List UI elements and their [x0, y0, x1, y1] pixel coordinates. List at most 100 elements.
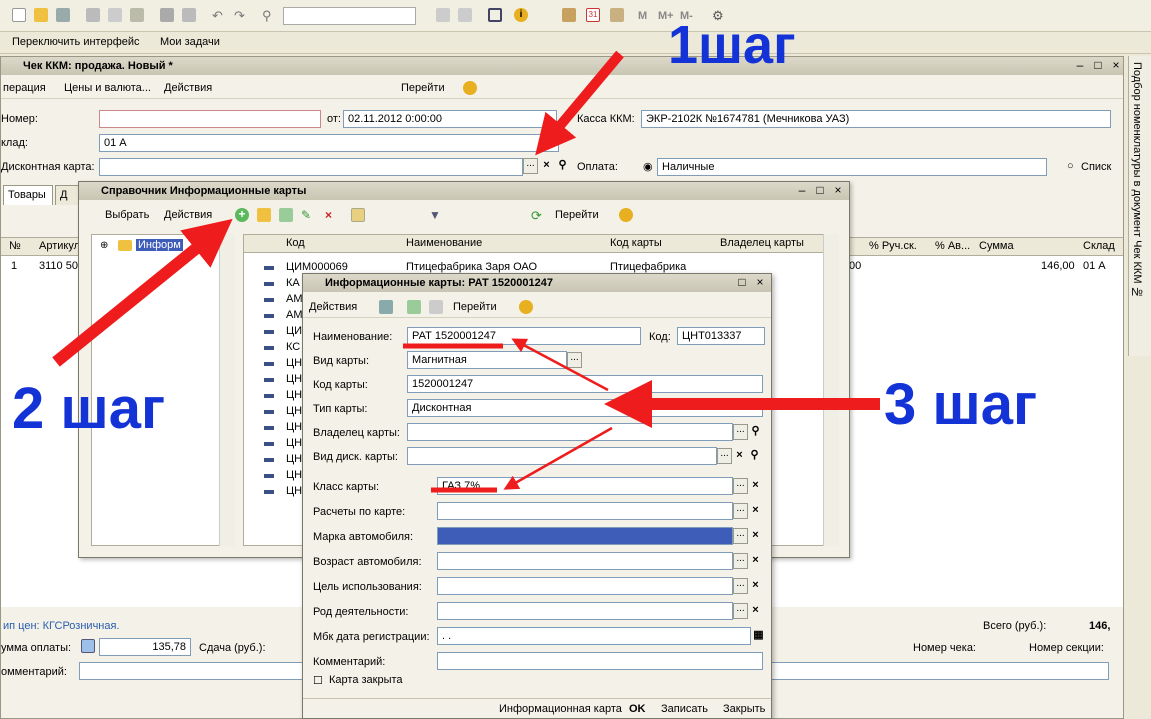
calculator-icon[interactable]	[562, 8, 576, 22]
copy-item-icon[interactable]	[279, 208, 293, 222]
pay-arrow-icon[interactable]	[81, 639, 95, 653]
clear-icon[interactable]: ×	[748, 528, 763, 544]
info-field-input[interactable]	[437, 527, 733, 545]
payment-radio[interactable]: ◉	[643, 160, 653, 173]
info-card-print-button[interactable]: Информационная карта	[499, 703, 622, 715]
select-button[interactable]: ...	[733, 424, 748, 440]
add-icon[interactable]: +	[235, 208, 249, 222]
new-doc-icon[interactable]	[12, 8, 26, 22]
ref-minimize-button[interactable]: –	[795, 184, 809, 198]
ref-actions-menu[interactable]: Действия	[164, 209, 212, 221]
goto-menu[interactable]: Перейти	[401, 82, 445, 94]
save-close-icon[interactable]	[379, 300, 393, 314]
search-icon[interactable]: ⚲	[262, 8, 276, 23]
info-copy-icon[interactable]	[429, 300, 443, 314]
clear-icon[interactable]: ×	[748, 503, 763, 519]
close-window-button[interactable]: Закрыть	[723, 703, 765, 715]
payment-field[interactable]: Наличные	[657, 158, 1047, 176]
col-article[interactable]: Артикул	[39, 240, 80, 252]
find-next-icon[interactable]	[436, 8, 450, 22]
select-button[interactable]: ...	[717, 448, 732, 464]
maximize-button[interactable]: □	[1091, 59, 1105, 73]
operation-menu[interactable]: перация	[3, 82, 46, 94]
memory-m[interactable]: M	[638, 10, 647, 22]
ref-tree-scroll[interactable]	[219, 234, 235, 546]
info-goto-menu[interactable]: Перейти	[453, 301, 497, 313]
print-icon[interactable]	[160, 8, 174, 22]
tree-root-item[interactable]: Информ	[136, 239, 183, 251]
col-num[interactable]: №	[9, 240, 21, 252]
col-warehouse[interactable]: Склад	[1083, 240, 1115, 252]
ref-select-button[interactable]: Выбрать	[105, 209, 149, 221]
card-select-button[interactable]: ...	[523, 158, 538, 174]
tab-goods[interactable]: Товары	[3, 185, 53, 205]
ref-col-card-code[interactable]: Код карты	[610, 237, 662, 249]
my-tasks-menu[interactable]: Мои задачи	[160, 36, 220, 48]
date-field[interactable]: 02.11.2012 0:00:00	[343, 110, 557, 128]
undo-icon[interactable]: ↶	[212, 8, 226, 23]
select-button[interactable]: ...	[733, 503, 748, 519]
ref-maximize-button[interactable]: □	[813, 184, 827, 198]
list-radio[interactable]: ○	[1067, 160, 1074, 172]
ref-list-scroll[interactable]	[823, 234, 839, 546]
ok-button[interactable]: OK	[629, 703, 646, 715]
edit-icon[interactable]: ✎	[301, 208, 315, 222]
find-prev-icon[interactable]	[458, 8, 472, 22]
warehouse-field[interactable]: 01 А	[99, 134, 559, 152]
info-field-input[interactable]	[437, 577, 733, 595]
cut-icon[interactable]	[86, 8, 100, 22]
info-help-icon[interactable]	[519, 300, 533, 314]
pay-sum-field[interactable]: 135,78	[99, 638, 191, 656]
kassa-field[interactable]: ЭКР-2102К №1674781 (Мечникова УАЗ)	[641, 110, 1111, 128]
card-clear-button[interactable]: ×	[539, 158, 554, 174]
search-input[interactable]	[283, 7, 416, 25]
tree-expand-icon[interactable]: ⊕	[100, 240, 108, 251]
info-field-input[interactable]: РАТ 1520001247	[407, 327, 641, 345]
search-icon[interactable]: ⚲	[748, 424, 763, 440]
info-field-input[interactable]: 1520001247	[407, 375, 763, 393]
ref-col-name[interactable]: Наименование	[406, 237, 482, 249]
card-closed-checkbox[interactable]: ☐	[313, 674, 323, 687]
info-field-input[interactable]: . .	[437, 627, 751, 645]
save-record-button[interactable]: Записать	[661, 703, 708, 715]
prices-menu[interactable]: Цены и валюта...	[64, 82, 151, 94]
paste-icon[interactable]	[130, 8, 144, 22]
preview-icon[interactable]	[182, 8, 196, 22]
select-button[interactable]: ...	[733, 528, 748, 544]
ref-col-owner[interactable]: Владелец карты	[720, 237, 804, 249]
delete-icon[interactable]: ×	[325, 208, 339, 222]
select-button[interactable]: ...	[733, 553, 748, 569]
clear-icon[interactable]: ×	[732, 448, 747, 464]
ref-goto-menu[interactable]: Перейти	[555, 209, 599, 221]
ref-col-code[interactable]: Код	[286, 237, 305, 249]
info-field-input[interactable]	[407, 423, 733, 441]
hierarchy-icon[interactable]	[351, 208, 365, 222]
info-field-input[interactable]: ГАЗ 7%	[437, 477, 733, 495]
close-button[interactable]: ×	[1109, 59, 1123, 73]
calendar-icon[interactable]: ▦	[751, 628, 766, 644]
col-sum[interactable]: Сумма	[979, 240, 1014, 252]
info-code-field[interactable]: ЦНТ013337	[677, 327, 765, 345]
col-auto-discount[interactable]: % Ав...	[935, 240, 970, 252]
open-icon[interactable]	[34, 8, 48, 22]
actions-menu[interactable]: Действия	[164, 82, 212, 94]
filter-icon[interactable]: ▼	[429, 208, 443, 222]
help-icon[interactable]	[463, 81, 477, 95]
minimize-button[interactable]: –	[1073, 59, 1087, 73]
info-field-input[interactable]: Дисконтная	[407, 399, 763, 417]
windows-icon[interactable]	[488, 8, 502, 22]
info-close-button[interactable]: ×	[753, 276, 767, 290]
select-button[interactable]: ...	[733, 603, 748, 619]
info-field-input[interactable]	[437, 652, 763, 670]
card-search-button[interactable]: ⚲	[555, 158, 570, 174]
refresh-icon[interactable]: ⟳	[531, 208, 545, 223]
select-button[interactable]: ...	[733, 578, 748, 594]
select-button[interactable]: ...	[567, 352, 582, 368]
col-manual-discount[interactable]: % Руч.ск.	[869, 240, 917, 252]
clear-icon[interactable]: ×	[748, 578, 763, 594]
clear-icon[interactable]: ×	[748, 603, 763, 619]
info-icon[interactable]: i	[514, 8, 528, 22]
info-field-input[interactable]	[437, 602, 733, 620]
search-icon[interactable]: ⚲	[747, 448, 762, 464]
info-actions-menu[interactable]: Действия	[309, 301, 357, 313]
